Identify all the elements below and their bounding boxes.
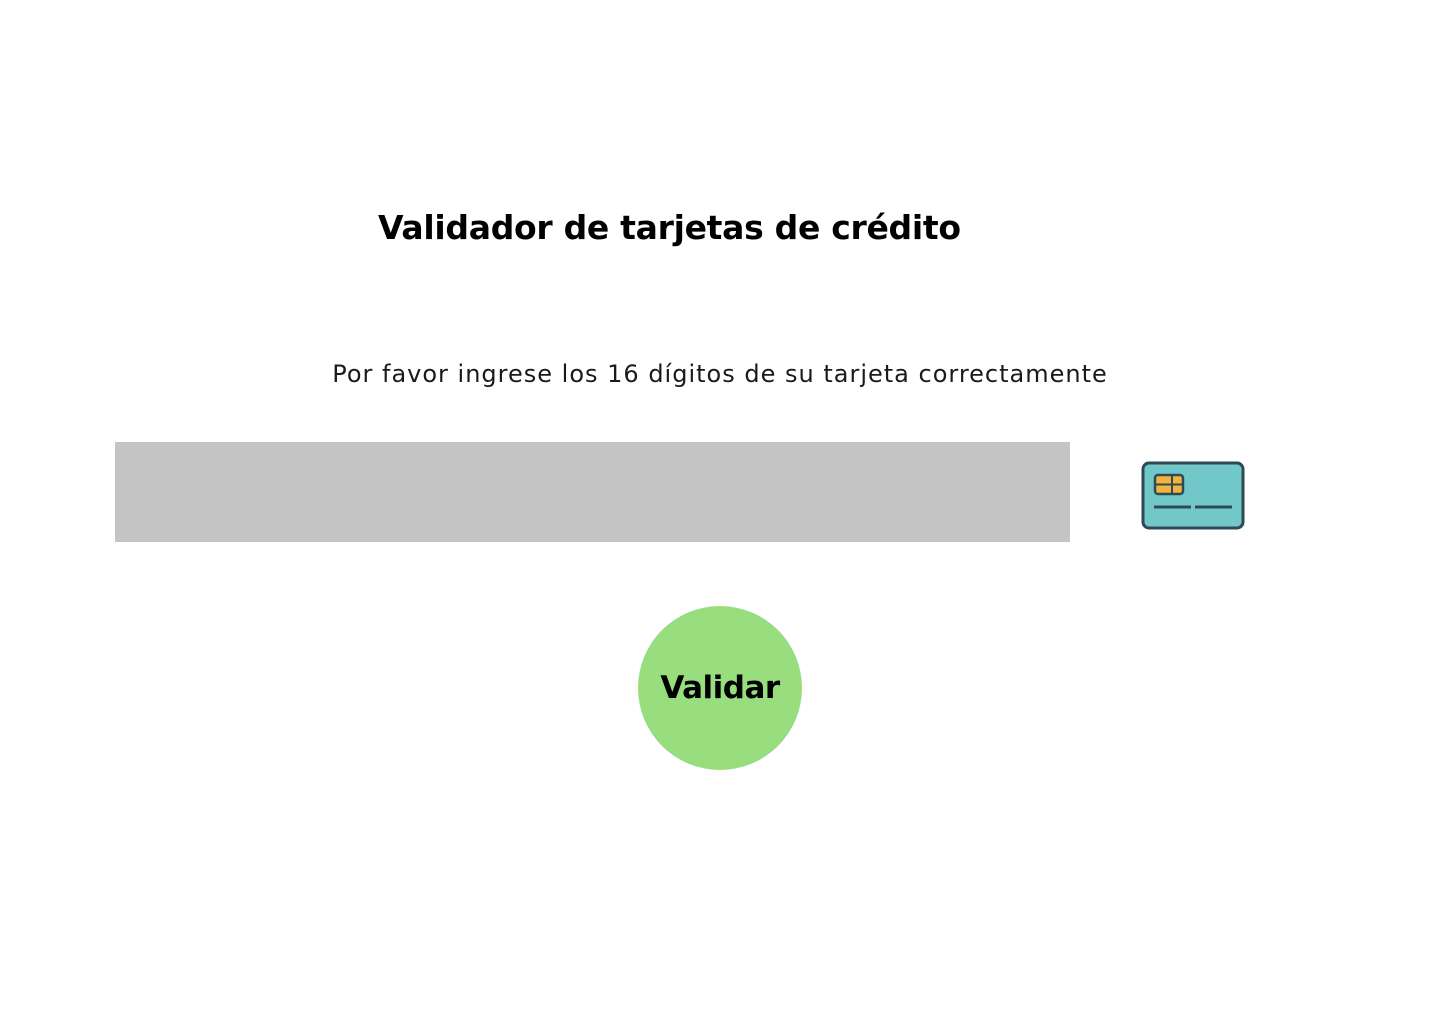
credit-card-icon bbox=[1141, 461, 1245, 530]
validate-button[interactable]: Validar bbox=[638, 606, 802, 770]
page-title: Validador de tarjetas de crédito bbox=[378, 208, 961, 247]
instruction-text: Por favor ingrese los 16 dígitos de su t… bbox=[332, 360, 1108, 388]
card-number-input[interactable] bbox=[115, 442, 1070, 542]
